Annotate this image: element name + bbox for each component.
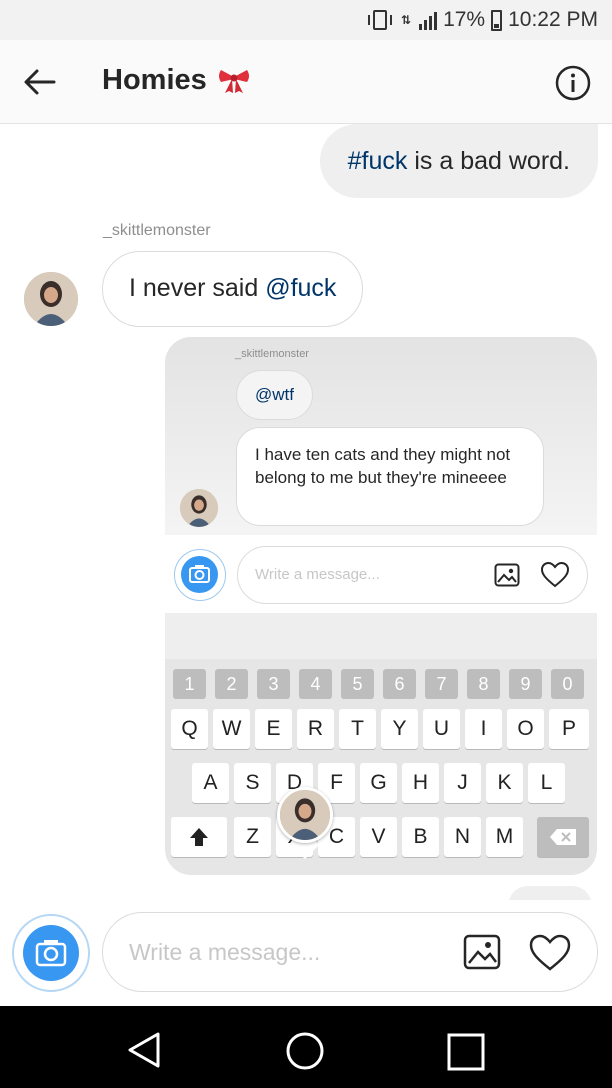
camera-icon xyxy=(189,565,210,583)
message-text: is a bad word. xyxy=(407,147,570,175)
backspace-key xyxy=(537,817,589,857)
thread-title[interactable]: Homies xyxy=(102,64,251,97)
arrow-left-icon[interactable] xyxy=(22,64,58,100)
message-composer: Write a message... xyxy=(0,900,612,1006)
status-bar: ⇅ 17% 10:22 PM xyxy=(0,0,612,40)
shift-arrow-icon xyxy=(190,828,208,846)
key-7: 7 xyxy=(425,669,458,699)
shift-key xyxy=(171,817,227,857)
avatar[interactable] xyxy=(24,272,78,326)
screenshot-placeholder: Write a message... xyxy=(255,566,380,583)
key-w: W xyxy=(213,709,250,749)
key-e: E xyxy=(255,709,292,749)
key-o: O xyxy=(507,709,544,749)
key-k: K xyxy=(486,763,523,803)
gallery-icon[interactable] xyxy=(463,934,501,970)
key-q: Q xyxy=(171,709,208,749)
key-2: 2 xyxy=(215,669,248,699)
key-v: V xyxy=(360,817,397,857)
message-input[interactable]: Write a message... xyxy=(102,912,598,992)
shared-screenshot-image[interactable]: _skittlemonster @wtf I have ten cats and… xyxy=(165,337,597,875)
key-popup-avatar xyxy=(273,785,337,865)
screenshot-keyboard: 1 2 3 4 5 6 7 8 9 0 Q W E R T Y U I O P … xyxy=(165,659,597,875)
key-0: 0 xyxy=(551,669,584,699)
key-u: U xyxy=(423,709,460,749)
key-b: B xyxy=(402,817,439,857)
screenshot-mention-bubble: @wtf xyxy=(236,370,313,420)
thread-name: Homies xyxy=(102,64,207,96)
camera-button[interactable] xyxy=(12,914,90,992)
mention-link[interactable]: @fuck xyxy=(265,274,336,302)
key-y: Y xyxy=(381,709,418,749)
battery-percent: 17% xyxy=(443,8,486,31)
key-3: 3 xyxy=(257,669,290,699)
key-a: A xyxy=(192,763,229,803)
key-s: S xyxy=(234,763,271,803)
camera-icon xyxy=(35,940,67,967)
key-6: 6 xyxy=(383,669,416,699)
key-h: H xyxy=(402,763,439,803)
key-p: P xyxy=(549,709,589,749)
key-5: 5 xyxy=(341,669,374,699)
screenshot-message-bubble: I have ten cats and they might not belon… xyxy=(236,427,544,526)
key-j: J xyxy=(444,763,481,803)
screenshot-spacer xyxy=(165,613,597,659)
key-8: 8 xyxy=(467,669,500,699)
clock: 10:22 PM xyxy=(508,8,598,31)
vibrate-icon xyxy=(368,10,393,30)
key-9: 9 xyxy=(509,669,542,699)
message-placeholder: Write a message... xyxy=(129,939,321,965)
nav-home-icon[interactable] xyxy=(284,1030,326,1072)
key-i: I xyxy=(465,709,502,749)
screenshot-camera-button xyxy=(174,549,226,601)
screenshot-message-field: Write a message... xyxy=(237,546,588,604)
key-m: M xyxy=(486,817,523,857)
ribbon-bow-icon xyxy=(218,69,249,93)
outgoing-message[interactable]: #fuck is a bad word. xyxy=(319,124,598,198)
chat-header: Homies xyxy=(0,40,612,124)
key-g: G xyxy=(360,763,397,803)
heart-icon[interactable] xyxy=(528,933,572,973)
hashtag-link[interactable]: #fuck xyxy=(348,147,408,175)
signal-icon xyxy=(419,10,438,30)
nav-recents-icon[interactable] xyxy=(446,1032,486,1072)
heart-icon xyxy=(540,561,570,588)
key-r: R xyxy=(297,709,334,749)
info-circle-icon[interactable] xyxy=(554,64,592,102)
data-activity-icon: ⇅ xyxy=(401,13,412,27)
screenshot-sender-username: _skittlemonster xyxy=(235,348,309,360)
gallery-icon xyxy=(494,563,520,587)
nav-back-icon[interactable] xyxy=(124,1030,164,1070)
screenshot-avatar xyxy=(180,489,218,527)
key-t: T xyxy=(339,709,376,749)
battery-icon xyxy=(491,9,503,31)
screenshot-composer: Write a message... xyxy=(165,535,597,613)
key-l: L xyxy=(528,763,565,803)
system-nav-bar xyxy=(0,1006,612,1088)
key-n: N xyxy=(444,817,481,857)
message-text: I never said xyxy=(129,274,266,302)
key-1: 1 xyxy=(173,669,206,699)
key-4: 4 xyxy=(299,669,332,699)
status-icons: ⇅ 17% 10:22 PM xyxy=(367,6,598,34)
incoming-message[interactable]: I never said @fuck xyxy=(102,251,364,327)
sender-username: _skittlemonster xyxy=(103,222,211,239)
key-z: Z xyxy=(234,817,271,857)
backspace-icon xyxy=(550,829,576,845)
